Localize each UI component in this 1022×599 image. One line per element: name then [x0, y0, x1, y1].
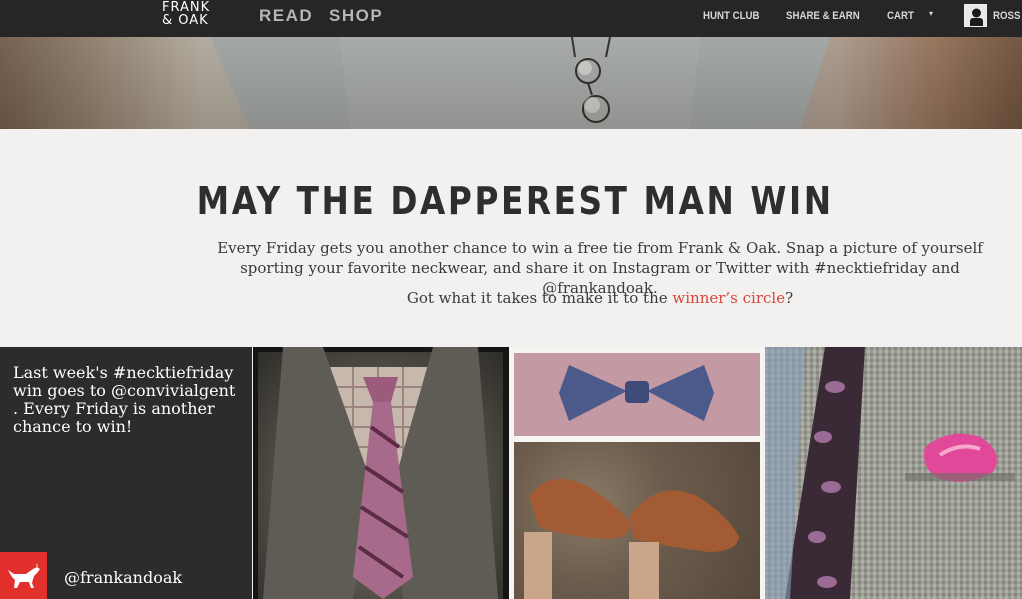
instagram-photo-plaid-blazer[interactable] [765, 347, 1022, 599]
nav-shop-link[interactable]: SHOP [329, 6, 383, 26]
nav-user-name[interactable]: ROSS [993, 10, 1020, 22]
instagram-photo-bow-tie-shoes[interactable] [509, 347, 765, 599]
nav-hunt-club-link[interactable]: HUNT CLUB [703, 10, 759, 22]
nav-read-link[interactable]: READ [259, 6, 313, 26]
frankandoak-handle-link[interactable]: @frankandoak [64, 568, 182, 587]
dog-icon [8, 563, 40, 588]
winner-announcement-panel: Last week's #necktiefriday win goes to @… [0, 347, 252, 599]
nav-cart-link[interactable]: CART [887, 10, 914, 22]
hero-overlay [0, 37, 1022, 129]
instagram-photo-pink-tie[interactable] [253, 347, 509, 599]
logo-line-2: & OAK [162, 13, 209, 28]
top-navigation-bar: FRANK & OAK READ SHOP HUNT CLUB SHARE & … [0, 0, 1022, 37]
user-avatar[interactable] [964, 4, 987, 27]
caret-down-icon[interactable]: ▾ [929, 9, 933, 18]
nav-share-earn-link[interactable]: SHARE & EARN [786, 10, 860, 22]
hero-image [0, 37, 1022, 129]
cta-text-after: ? [785, 289, 794, 307]
cta-text-before: Got what it takes to make it to the [406, 289, 673, 307]
page-headline: MAY THE DAPPEREST MAN WIN [196, 179, 834, 223]
frank-and-oak-logo[interactable]: FRANK & OAK [162, 1, 210, 27]
winner-announcement-text: Last week's #necktiefriday win goes to @… [13, 363, 236, 436]
frank-and-oak-dog-logo[interactable] [0, 552, 47, 599]
winners-circle-prompt: Got what it takes to make it to the winn… [200, 288, 1000, 308]
winners-circle-link[interactable]: winner’s circle [672, 289, 785, 307]
